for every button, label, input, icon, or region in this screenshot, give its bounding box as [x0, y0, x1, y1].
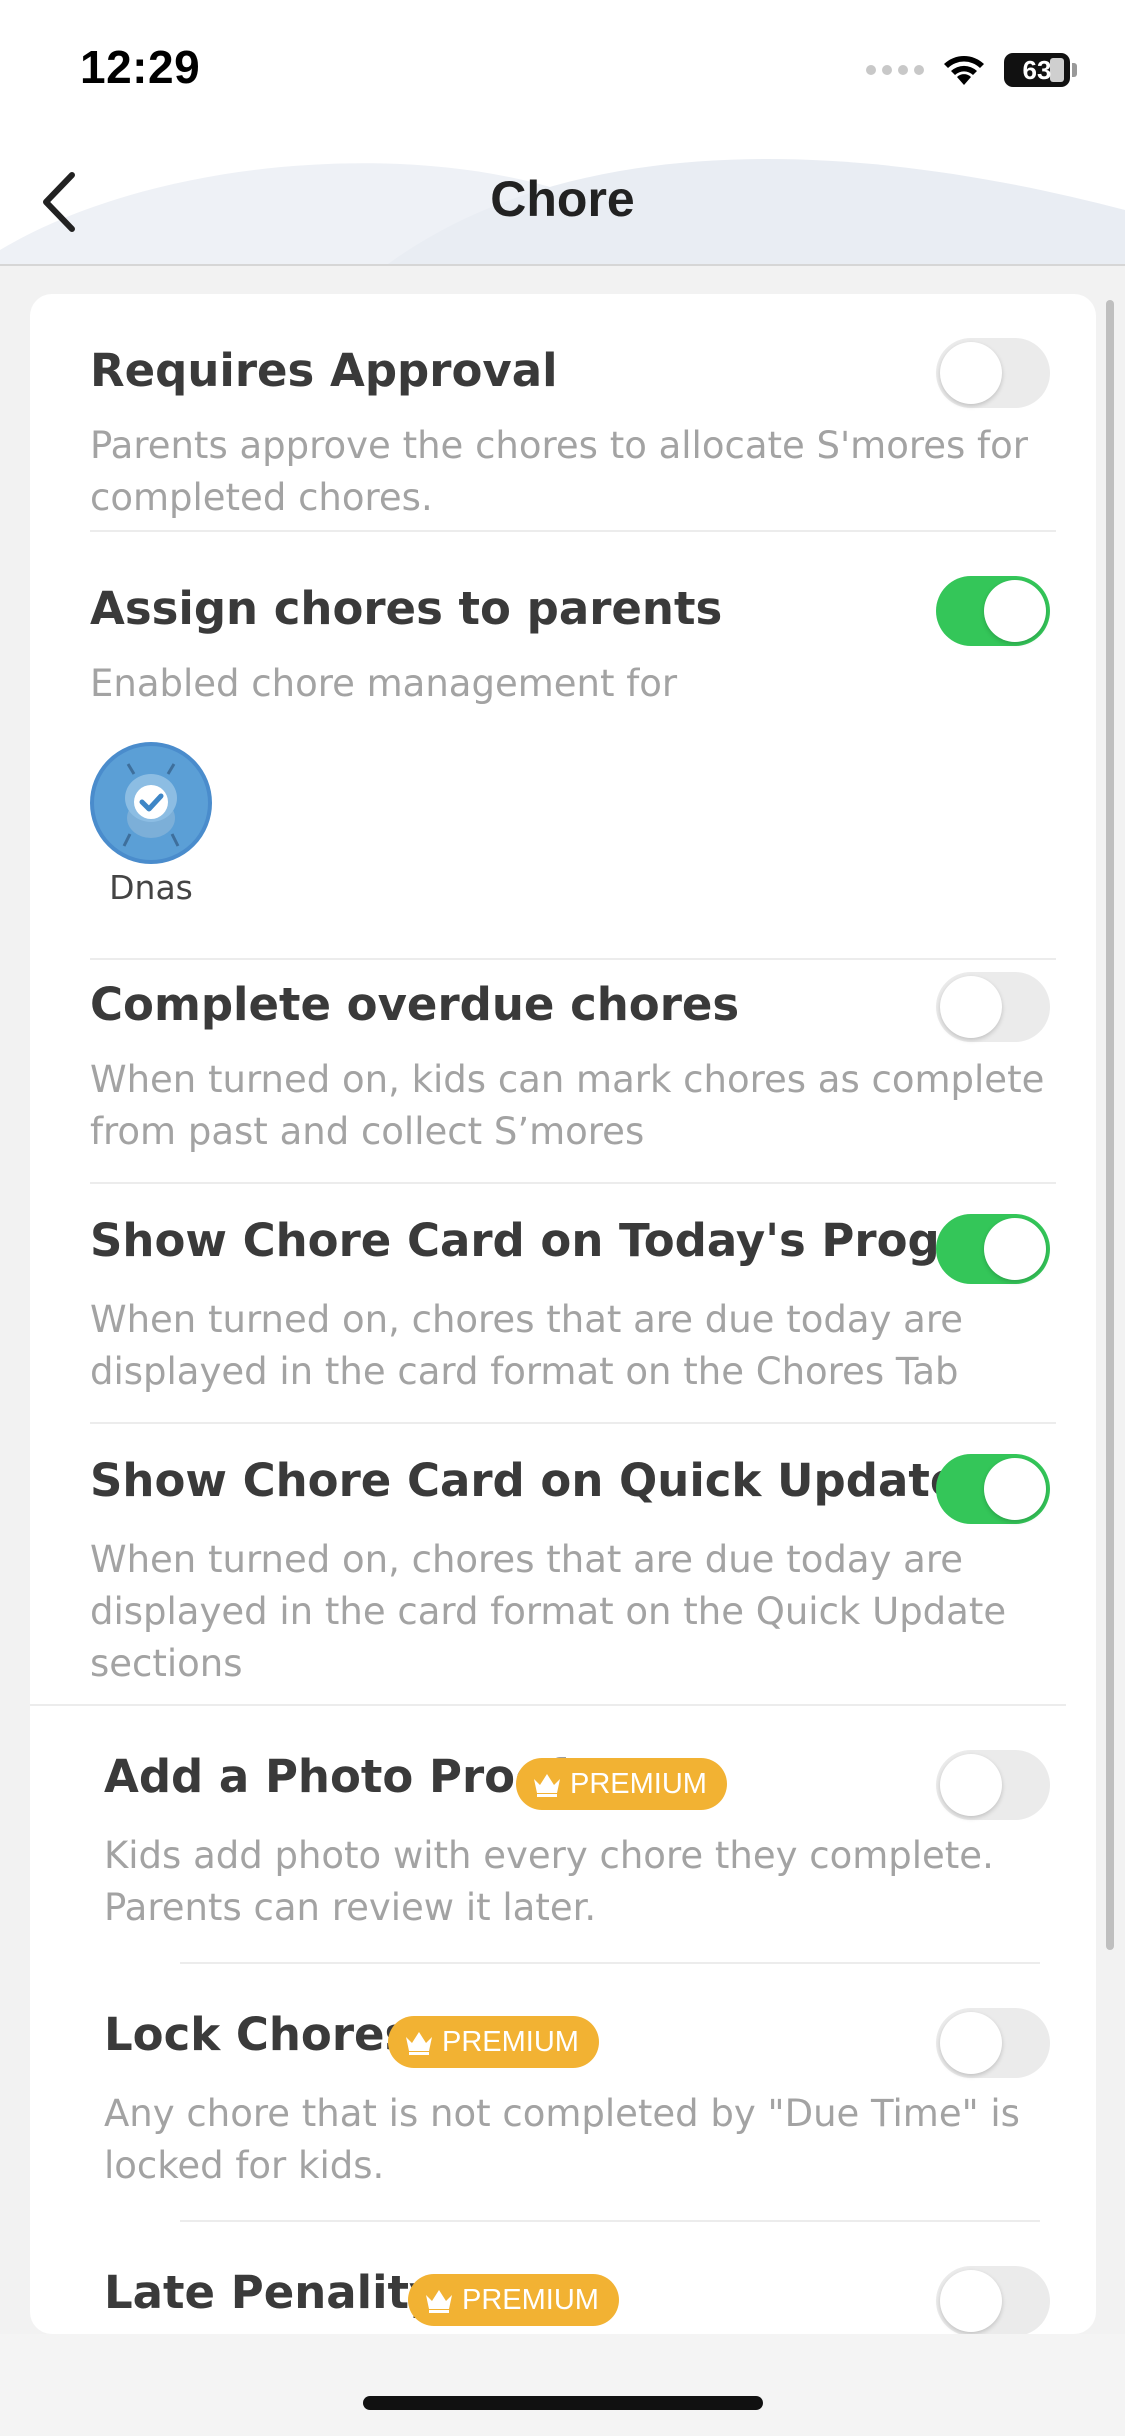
crown-icon [406, 2032, 432, 2055]
divider [180, 1962, 1040, 1964]
divider [30, 1704, 1066, 1706]
robot-avatar-icon [122, 763, 180, 847]
setting-description: When turned on, kids can mark chores as … [90, 1058, 1045, 1153]
setting-title: Add a Photo Proof [104, 1750, 566, 1803]
divider [90, 530, 1056, 532]
wifi-icon [944, 56, 984, 85]
setting-title: Complete overdue chores [90, 978, 740, 1031]
premium-badge: PREMIUM [388, 2016, 599, 2068]
divider [90, 1422, 1056, 1424]
setting-title: Show Chore Card on Today's Progress [90, 1214, 1047, 1267]
setting-description: Enabled chore management for [90, 662, 678, 705]
avatar[interactable] [90, 742, 212, 864]
premium-badge-label: PREMIUM [570, 1767, 707, 1800]
page-title: Chore [490, 171, 635, 227]
status-time: 12:29 [80, 41, 201, 93]
premium-badge: PREMIUM [408, 2274, 619, 2326]
signal-icon [866, 65, 924, 75]
assign-chores-to-parents-toggle[interactable] [936, 576, 1050, 646]
photo-proof-toggle[interactable] [936, 1750, 1050, 1820]
requires-approval-toggle[interactable] [936, 338, 1050, 408]
setting-title: Assign chores to parents [90, 582, 723, 635]
setting-description: Any chore that is not completed by "Due … [104, 2092, 1020, 2187]
chore-settings-screen: 12:29 63 Chore Requires Approval Parents… [0, 0, 1125, 2436]
premium-badge-label: PREMIUM [462, 2283, 599, 2316]
member-name: Dnas [109, 868, 193, 907]
divider [90, 1182, 1056, 1184]
setting-title: Late Penality [104, 2266, 439, 2319]
battery-icon: 63 [1004, 53, 1070, 87]
setting-title: Show Chore Card on Quick Update [90, 1454, 961, 1507]
setting-title: Lock Chores [104, 2008, 412, 2061]
show-card-quick-update-toggle[interactable] [936, 1454, 1050, 1524]
setting-description: When turned on, chores that are due toda… [90, 1538, 1007, 1685]
setting-description: Parents approve the chores to allocate S… [90, 424, 1028, 519]
complete-overdue-chores-toggle[interactable] [936, 972, 1050, 1042]
late-penality-toggle[interactable] [936, 2266, 1050, 2334]
setting-description: When turned on, chores that are due toda… [90, 1298, 963, 1393]
status-icons: 63 [866, 50, 1077, 90]
setting-title: Requires Approval [90, 344, 558, 397]
nav-header: Chore [0, 140, 1125, 266]
setting-description: Kids add photo with every chore they com… [104, 1834, 994, 1929]
battery-level-text: 63 [1022, 54, 1052, 85]
bottom-safe-area [0, 2334, 1125, 2436]
divider [90, 958, 1056, 960]
divider [180, 2220, 1040, 2222]
crown-icon [534, 1774, 560, 1797]
premium-badge: PREMIUM [516, 1758, 727, 1810]
scrollbar[interactable] [1106, 300, 1114, 1950]
status-bar: 12:29 63 [0, 0, 1125, 140]
settings-card: Requires Approval Parents approve the ch… [30, 294, 1096, 2334]
premium-badge-label: PREMIUM [442, 2025, 579, 2058]
home-indicator[interactable] [363, 2396, 763, 2410]
crown-icon [426, 2290, 452, 2313]
show-card-todays-progress-toggle[interactable] [936, 1214, 1050, 1284]
lock-chores-toggle[interactable] [936, 2008, 1050, 2078]
